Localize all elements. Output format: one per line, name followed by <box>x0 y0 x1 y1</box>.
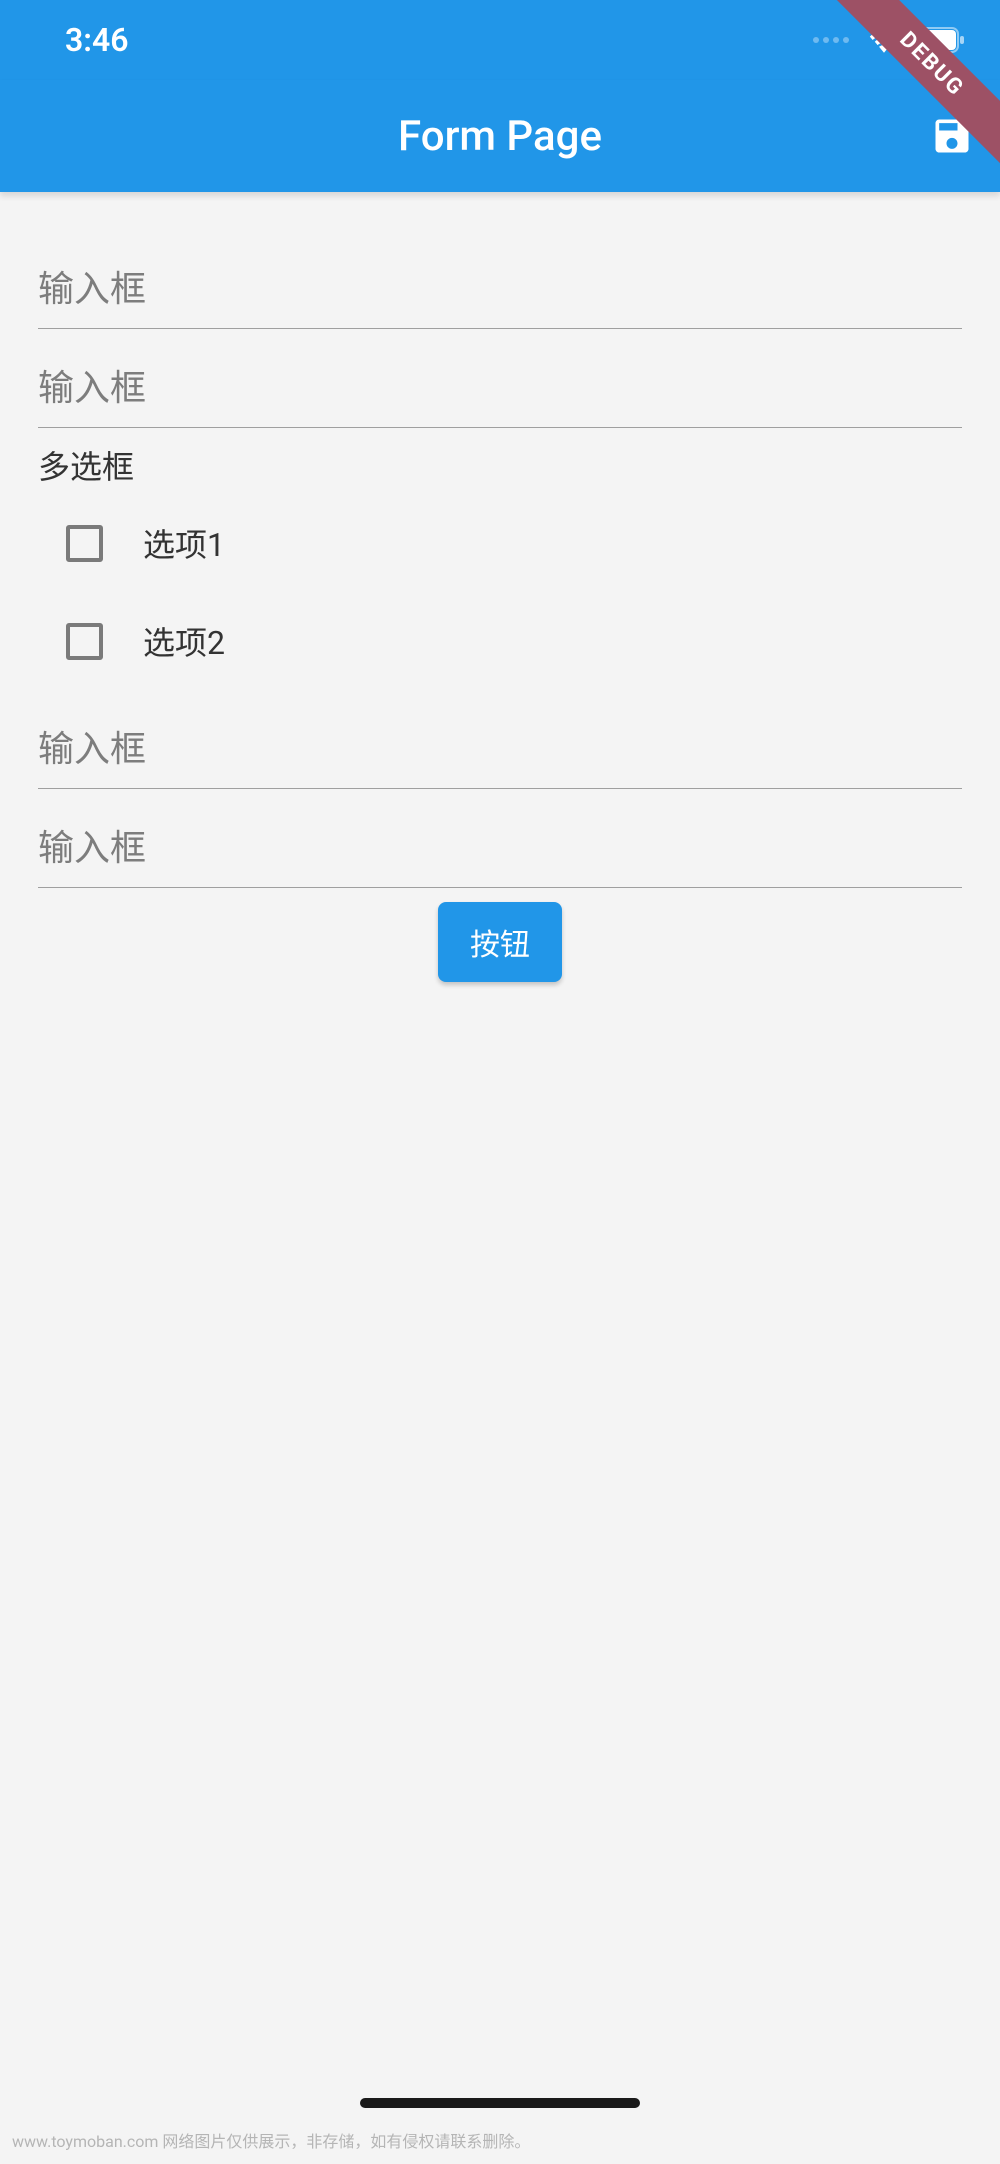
cell-signal-icon <box>813 37 849 43</box>
checkbox-icon <box>66 525 103 562</box>
status-bar: 3:46 <box>0 0 1000 80</box>
input-field-4[interactable] <box>38 789 962 888</box>
checkbox-option-1[interactable]: 选项1 <box>38 494 962 592</box>
form-content: 多选框 选项1 选项2 按钮 <box>0 192 1000 982</box>
status-indicators <box>813 27 965 53</box>
footer-disclaimer: www.toymoban.com 网络图片仅供展示，非存储，如有侵权请联系删除。 <box>12 2128 530 2152</box>
checkbox-icon <box>66 623 103 660</box>
checkbox-group: 多选框 选项1 选项2 <box>38 428 962 690</box>
input-field-1[interactable] <box>38 230 962 329</box>
save-icon <box>930 114 974 158</box>
checkbox-group-label: 多选框 <box>38 442 962 488</box>
checkbox-option-2-label: 选项2 <box>143 618 225 664</box>
save-button[interactable] <box>928 112 976 160</box>
submit-row: 按钮 <box>38 888 962 982</box>
submit-button[interactable]: 按钮 <box>438 902 562 982</box>
page-title: Form Page <box>398 112 602 161</box>
app-bar: Form Page <box>0 80 1000 192</box>
battery-icon <box>913 27 965 53</box>
home-indicator[interactable] <box>360 2098 640 2108</box>
input-field-3[interactable] <box>38 690 962 789</box>
input-field-2[interactable] <box>38 329 962 428</box>
status-time: 3:46 <box>65 21 129 59</box>
checkbox-option-1-label: 选项1 <box>143 520 225 566</box>
checkbox-option-2[interactable]: 选项2 <box>38 592 962 690</box>
wifi-icon <box>867 27 901 53</box>
